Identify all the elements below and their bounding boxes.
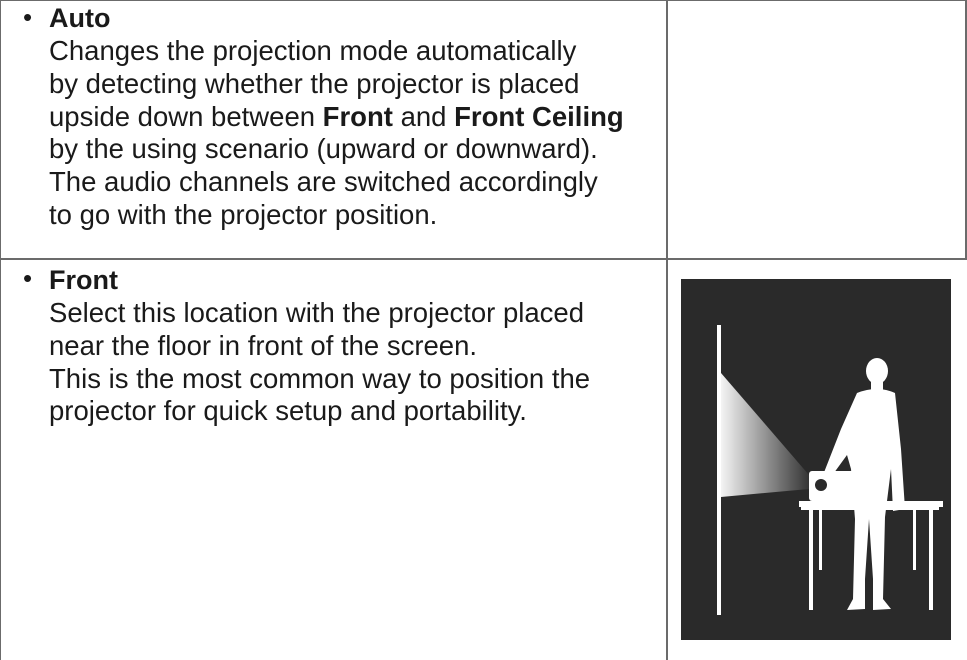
description-line: projector for quick setup and portabilit… — [49, 395, 527, 428]
bullet: • — [23, 263, 33, 293]
text-span: to go with the projector position. — [49, 199, 438, 230]
table-left-border — [0, 0, 1, 660]
column-divider — [666, 0, 668, 660]
text-span: by detecting whether the projector is pl… — [49, 67, 580, 99]
description-line: upside down between Front and Front Ceil… — [49, 101, 624, 134]
text-span: by the using scenario (upward or downwar… — [49, 133, 598, 165]
description-line: Select this location with the projector … — [49, 297, 584, 330]
description-line: The audio channels are switched accordin… — [49, 166, 598, 199]
screen-icon — [717, 325, 721, 615]
bold-term: Front — [322, 100, 393, 132]
text-span: projector for quick setup and portabilit… — [49, 395, 527, 427]
bullet: • — [23, 2, 33, 32]
option-title-auto: Auto — [49, 3, 111, 33]
text-span: and — [392, 100, 455, 132]
description-line: by detecting whether the projector is pl… — [49, 68, 579, 101]
text-span: The audio channels are switched accordin… — [49, 166, 598, 198]
text-span: This is the most common way to position … — [49, 362, 591, 394]
front-projection-illustration — [681, 279, 951, 640]
text-span: near the floor in front of the screen. — [49, 329, 478, 361]
description-line: by the using scenario (upward or downwar… — [49, 133, 598, 166]
bold-term: Front Ceiling — [454, 100, 624, 132]
text-span: Changes the projection mode automaticall… — [49, 35, 577, 66]
description-line: Changes the projection mode automaticall… — [49, 35, 576, 68]
row-divider — [0, 258, 967, 260]
projector-position-table: • Auto Changes the projection mode autom… — [0, 0, 967, 660]
description-line: This is the most common way to position … — [49, 363, 590, 396]
description-line: to go with the projector position. — [49, 199, 437, 232]
description-line: near the floor in front of the screen. — [49, 330, 477, 363]
text-span: upside down between — [49, 100, 323, 132]
table-top-border — [0, 0, 967, 1]
text-span: Select this location with the projector … — [49, 297, 585, 328]
option-title-front: Front — [49, 265, 118, 295]
